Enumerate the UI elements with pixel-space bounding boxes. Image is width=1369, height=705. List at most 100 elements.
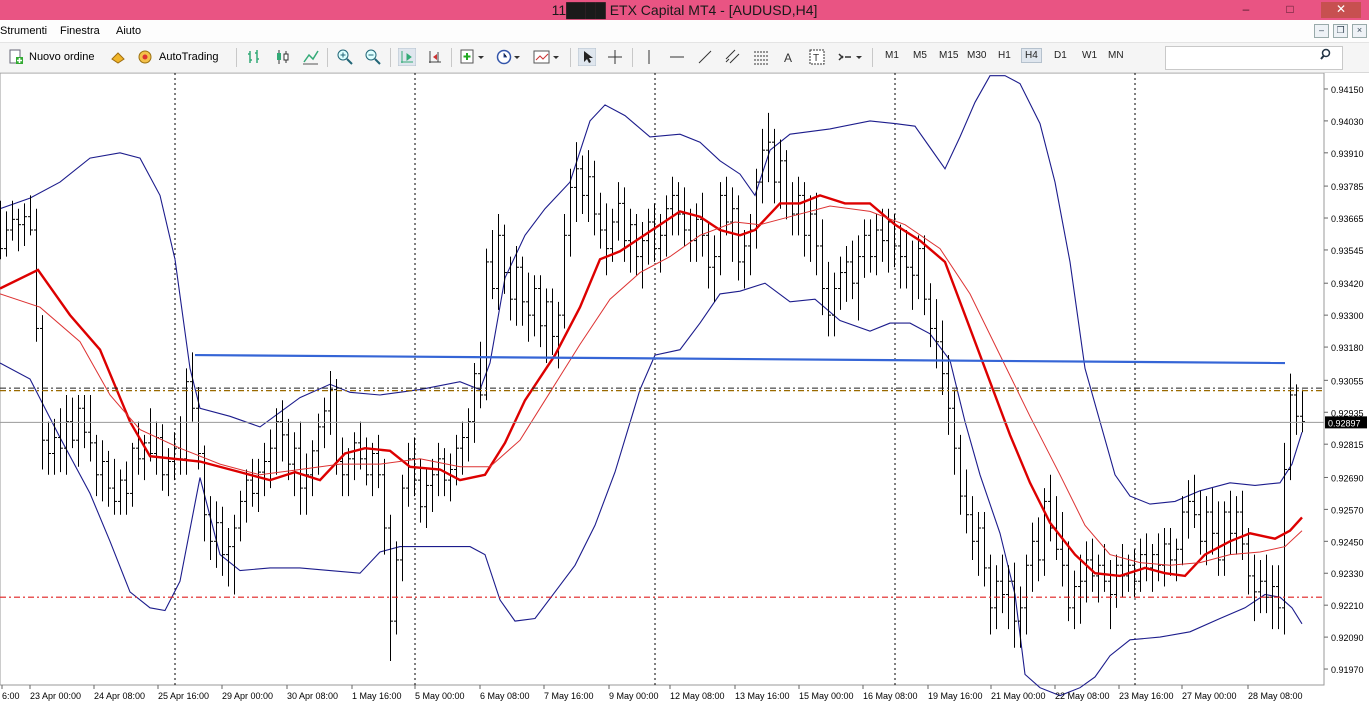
menu-strumenti[interactable]: Strumenti <box>0 25 47 37</box>
timeframe-m30[interactable]: M30 <box>967 50 986 61</box>
time-tick-label: 16 May 08:00 <box>863 691 918 701</box>
ohlc-bar <box>1030 522 1035 592</box>
price-tick-label: 0.92090 <box>1331 633 1364 643</box>
ohlc-bar <box>238 490 243 542</box>
current-price-label: 0.92897 <box>1328 418 1361 428</box>
ohlc-bar <box>220 506 225 576</box>
horizontal-line-icon[interactable] <box>668 48 686 66</box>
time-tick-label: 12 May 08:00 <box>670 691 725 701</box>
crosshair-icon[interactable] <box>606 48 624 66</box>
ohlc-bar <box>496 214 501 310</box>
ohlc-bar <box>826 261 831 337</box>
ohlc-bar <box>808 195 813 262</box>
ohlc-bar <box>544 288 549 364</box>
text-label-icon[interactable]: T <box>808 48 826 66</box>
ohlc-bar <box>208 496 213 560</box>
ohlc-bar <box>22 203 27 246</box>
line-chart-icon[interactable] <box>302 48 319 66</box>
text-icon[interactable]: A <box>780 48 798 66</box>
zoom-out-icon[interactable] <box>364 48 382 66</box>
ohlc-bar <box>850 240 855 300</box>
ohlc-bar <box>322 397 327 449</box>
ohlc-bar <box>964 469 969 534</box>
arrows-dropdown-icon[interactable] <box>836 48 864 66</box>
ohlc-bar <box>1048 474 1053 542</box>
time-tick-label: 13 May 16:00 <box>735 691 790 701</box>
equidistant-channel-icon[interactable] <box>724 48 742 66</box>
auto-scroll-icon[interactable] <box>398 48 416 66</box>
ohlc-bar <box>532 275 537 337</box>
ohlc-bar <box>262 442 267 497</box>
new-order-button[interactable]: Nuovo ordine <box>8 48 94 66</box>
menu-bar: Strumenti Finestra Aiuto – ❐ × <box>0 20 1369 43</box>
ohlc-bar <box>100 440 105 502</box>
window-minimize-button[interactable]: – <box>1233 2 1259 18</box>
timeframe-m15[interactable]: M15 <box>939 50 958 61</box>
ohlc-bar <box>646 208 651 265</box>
ohlc-bar <box>1222 501 1227 576</box>
chart-shift-icon[interactable] <box>426 48 444 66</box>
price-tick-label: 0.93785 <box>1331 182 1364 192</box>
ohlc-bar <box>1258 559 1263 614</box>
timeframe-mn[interactable]: MN <box>1108 50 1124 61</box>
mdi-restore-button[interactable]: ❐ <box>1333 24 1348 38</box>
expert-advisors-button[interactable] <box>110 48 126 66</box>
zoom-in-icon[interactable] <box>336 48 354 66</box>
candlestick-icon[interactable] <box>274 48 291 66</box>
search-input[interactable] <box>1165 46 1343 70</box>
time-tick-label: 6:00 <box>2 691 20 701</box>
autotrading-button[interactable]: AutoTrading <box>137 48 219 66</box>
ohlc-bar <box>82 394 87 449</box>
ohlc-bar <box>28 195 33 236</box>
ohlc-bar <box>1060 512 1065 587</box>
time-tick-label: 6 May 08:00 <box>480 691 530 701</box>
price-tick-label: 0.93545 <box>1331 246 1364 256</box>
window-close-button[interactable]: ✕ <box>1321 2 1361 18</box>
trendline-icon[interactable] <box>696 48 714 66</box>
timeframe-h4[interactable]: H4 <box>1021 48 1042 63</box>
new-order-icon <box>9 49 23 64</box>
ohlc-bar <box>1252 554 1257 622</box>
periods-dropdown-icon[interactable] <box>496 48 522 66</box>
bb_upper-line <box>0 75 1303 505</box>
ohlc-bar <box>1294 384 1299 435</box>
ohlc-bar <box>550 288 555 356</box>
chart-grid <box>0 73 1325 686</box>
toolbar-separator <box>872 48 873 67</box>
ohlc-bar <box>1132 549 1137 598</box>
ohlc-bar <box>382 458 387 555</box>
ohlc-bar <box>694 203 699 262</box>
vertical-line-icon[interactable] <box>640 48 658 66</box>
ohlc-bar <box>952 389 957 475</box>
menu-aiuto[interactable]: Aiuto <box>116 25 141 37</box>
timeframe-w1[interactable]: W1 <box>1082 50 1097 61</box>
ohlc-bar <box>4 211 9 257</box>
timeframe-d1[interactable]: D1 <box>1054 50 1067 61</box>
indicators-dropdown-icon[interactable] <box>460 48 486 66</box>
ohlc-bar <box>52 418 57 475</box>
window-maximize-button[interactable]: □ <box>1277 2 1303 18</box>
cursor-icon[interactable] <box>578 48 596 66</box>
mdi-minimize-button[interactable]: – <box>1314 24 1329 38</box>
templates-dropdown-icon[interactable] <box>533 48 561 66</box>
timeframe-m1[interactable]: M1 <box>885 50 899 61</box>
ohlc-bar <box>1090 538 1095 592</box>
menu-finestra[interactable]: Finestra <box>60 25 100 37</box>
price-tick-label: 0.92690 <box>1331 473 1364 483</box>
ohlc-bar <box>358 421 363 470</box>
ohlc-bar <box>784 150 789 220</box>
time-tick-label: 9 May 00:00 <box>609 691 659 701</box>
timeframe-h1[interactable]: H1 <box>998 50 1011 61</box>
timeframe-m5[interactable]: M5 <box>913 50 927 61</box>
time-tick-label: 29 Apr 00:00 <box>222 691 273 701</box>
bar-chart-icon[interactable] <box>246 48 263 66</box>
fibonacci-icon[interactable] <box>752 48 770 66</box>
toolbar-separator <box>390 48 391 67</box>
ohlc-bar <box>796 176 801 236</box>
ohlc-bar <box>616 182 621 241</box>
price-chart[interactable]: 0.94150 0.94030 0.93910 0.93785 0.93665 0.935… <box>0 73 1369 705</box>
toolbar-separator <box>570 48 571 67</box>
mdi-close-button[interactable]: × <box>1352 24 1367 38</box>
ohlc-bar <box>1246 528 1251 595</box>
search-icon[interactable] <box>1320 48 1334 62</box>
